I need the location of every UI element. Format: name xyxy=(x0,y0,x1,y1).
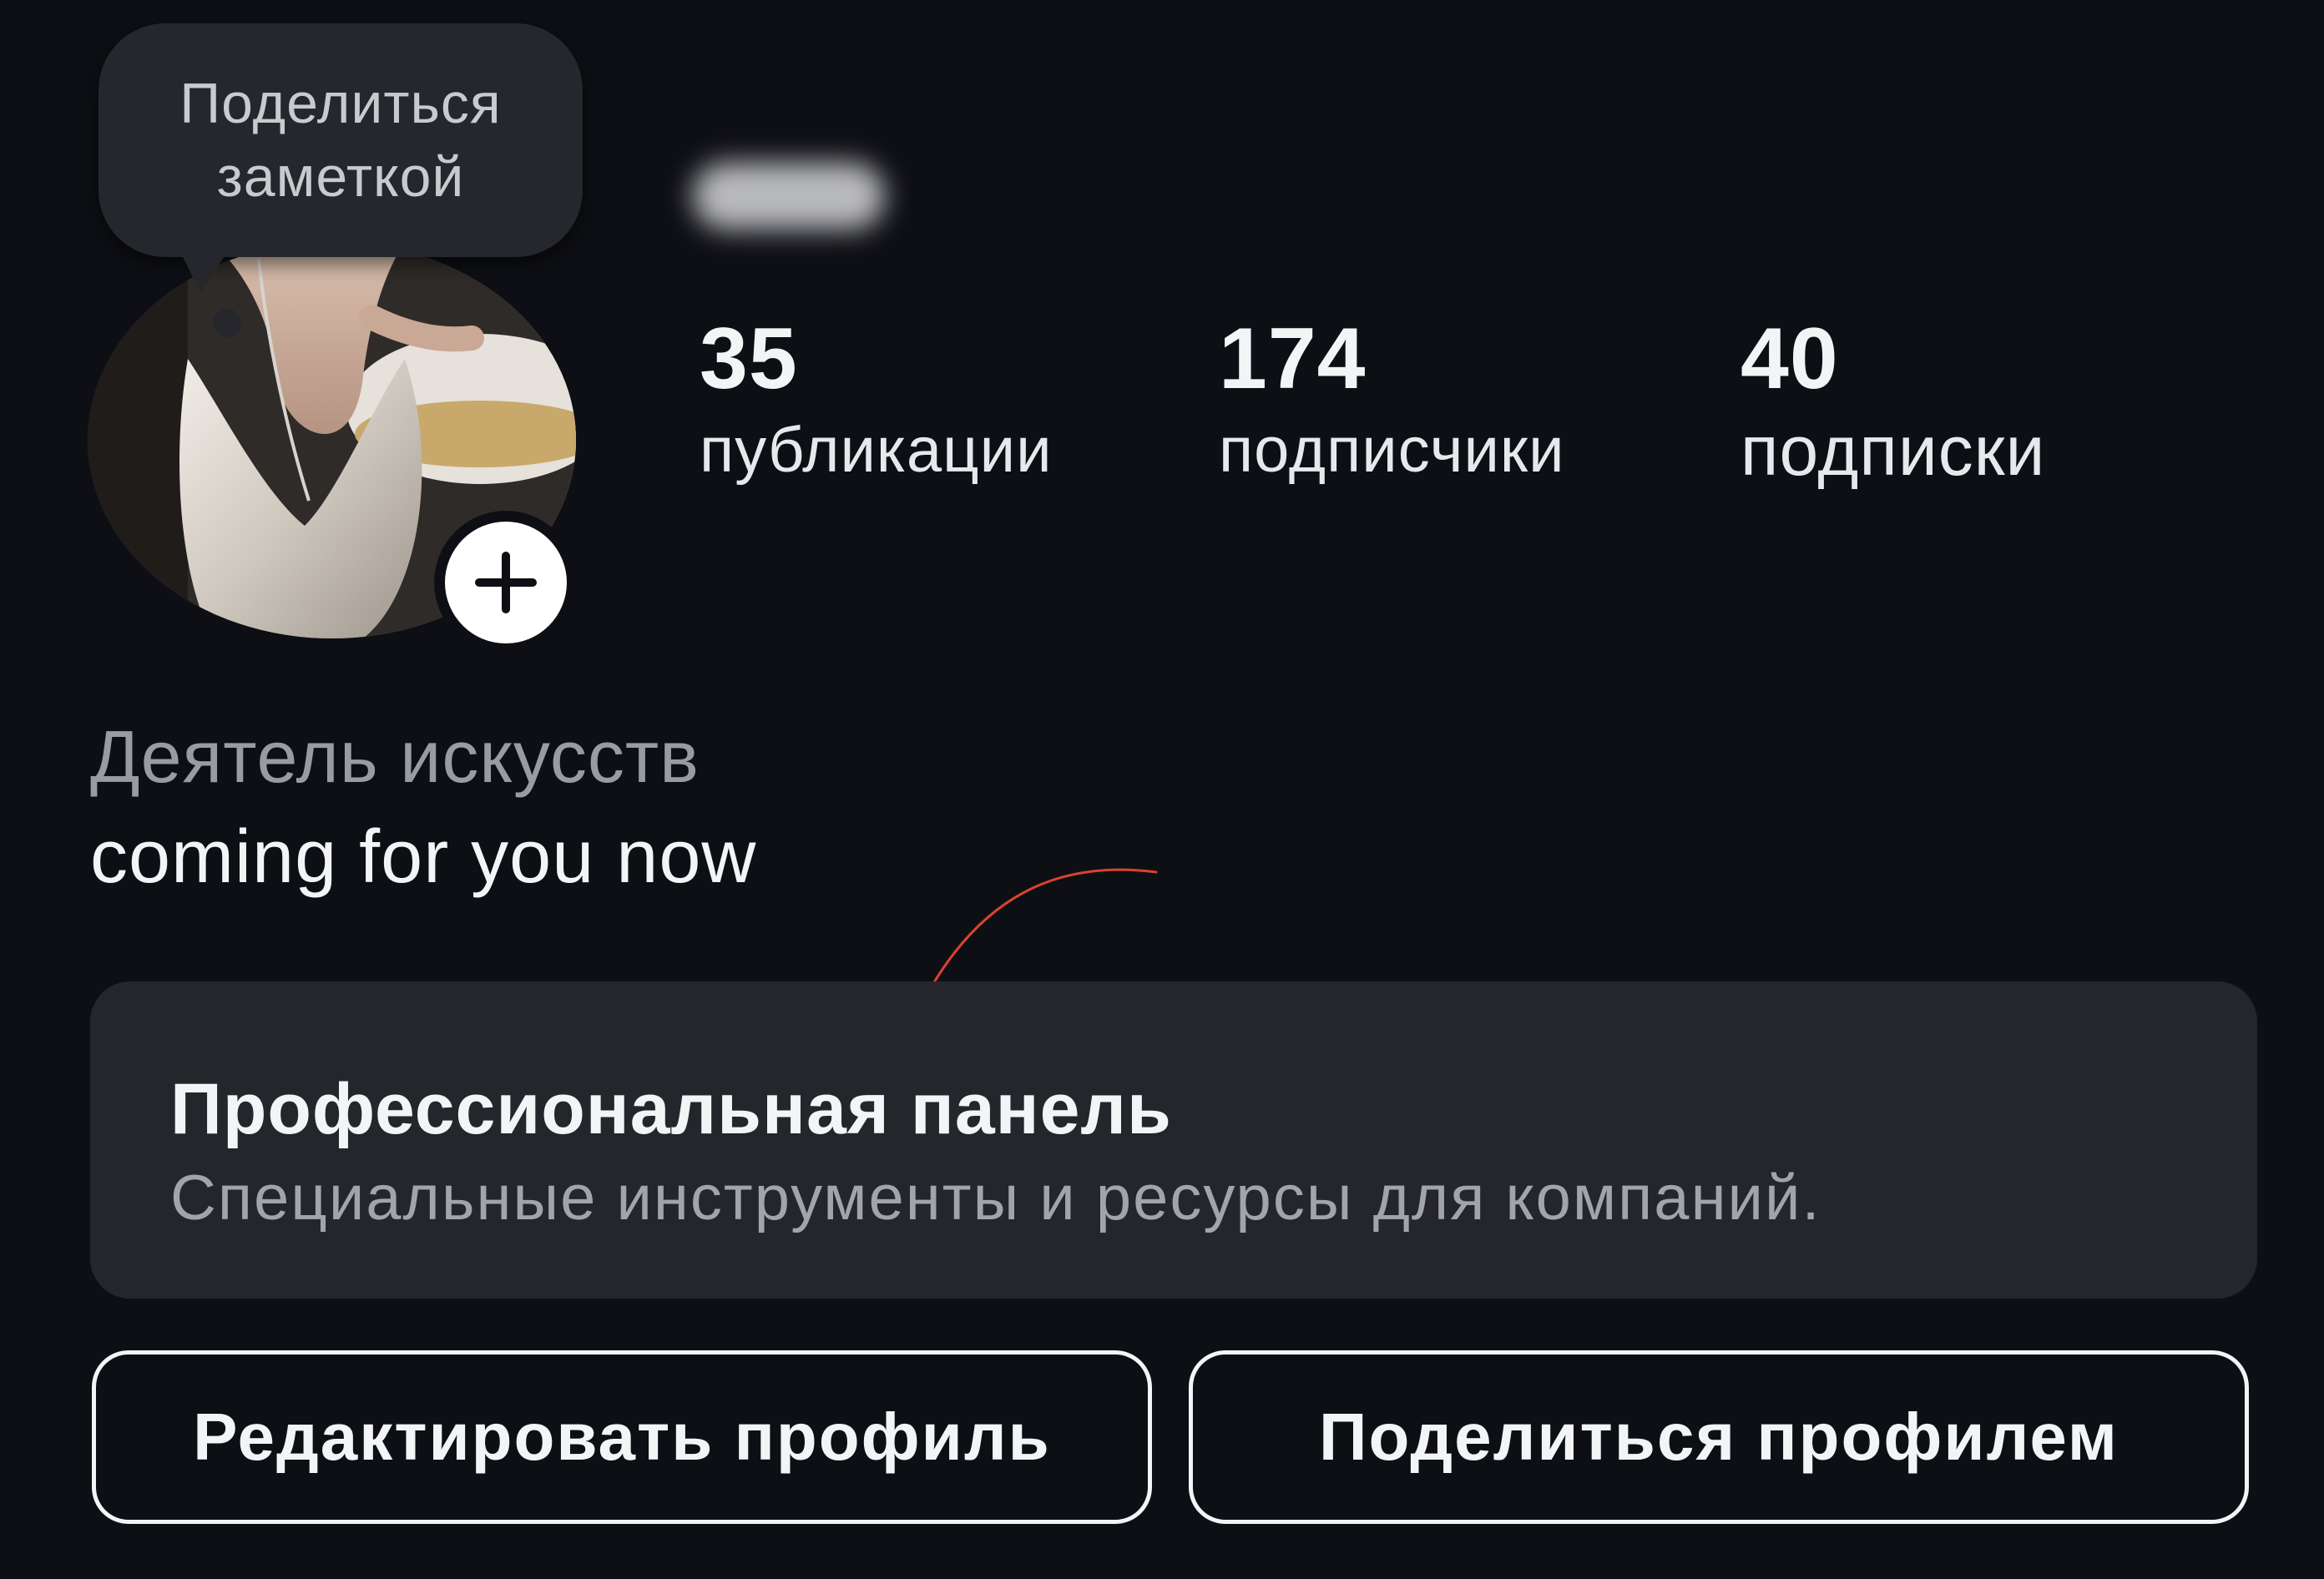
profile-bio: coming for you now xyxy=(90,815,757,899)
edit-profile-button[interactable]: Редактировать профиль xyxy=(92,1350,1152,1524)
stat-following[interactable]: 40 подписки xyxy=(1740,309,2045,492)
profile-category: Деятель искусств xyxy=(90,715,700,798)
stat-posts[interactable]: 35 публикации xyxy=(700,309,1053,492)
stat-following-label: подписки xyxy=(1740,411,2046,490)
stat-posts-label: публикации xyxy=(700,415,1053,486)
note-bubble-tail xyxy=(175,242,234,292)
share-profile-button[interactable]: Поделиться профилем xyxy=(1189,1350,2249,1524)
profile-page: Поделиться заметкой 35 публикации 174 по… xyxy=(0,0,2324,1579)
note-bubble-dot xyxy=(213,309,241,337)
add-story-circle xyxy=(445,522,567,643)
professional-dashboard-title: Профессиональная панель xyxy=(170,1069,1172,1149)
professional-dashboard-subtitle: Специальные инструменты и ресурсы для ко… xyxy=(170,1163,1821,1233)
stat-following-value: 40 xyxy=(1740,310,1839,407)
share-note-bubble[interactable]: Поделиться заметкой xyxy=(99,23,583,257)
stat-followers-label: подписчики xyxy=(1219,415,1565,486)
stat-followers-value: 174 xyxy=(1219,310,1367,407)
professional-dashboard-card[interactable]: Профессиональная панель Специальные инст… xyxy=(90,981,2257,1299)
stat-posts-value: 35 xyxy=(700,310,798,407)
add-story-button[interactable] xyxy=(434,511,578,654)
plus-icon xyxy=(475,552,537,613)
stat-followers[interactable]: 174 подписчики xyxy=(1219,309,1565,492)
profile-username xyxy=(693,163,885,230)
share-note-label: Поделиться заметкой xyxy=(179,72,502,209)
